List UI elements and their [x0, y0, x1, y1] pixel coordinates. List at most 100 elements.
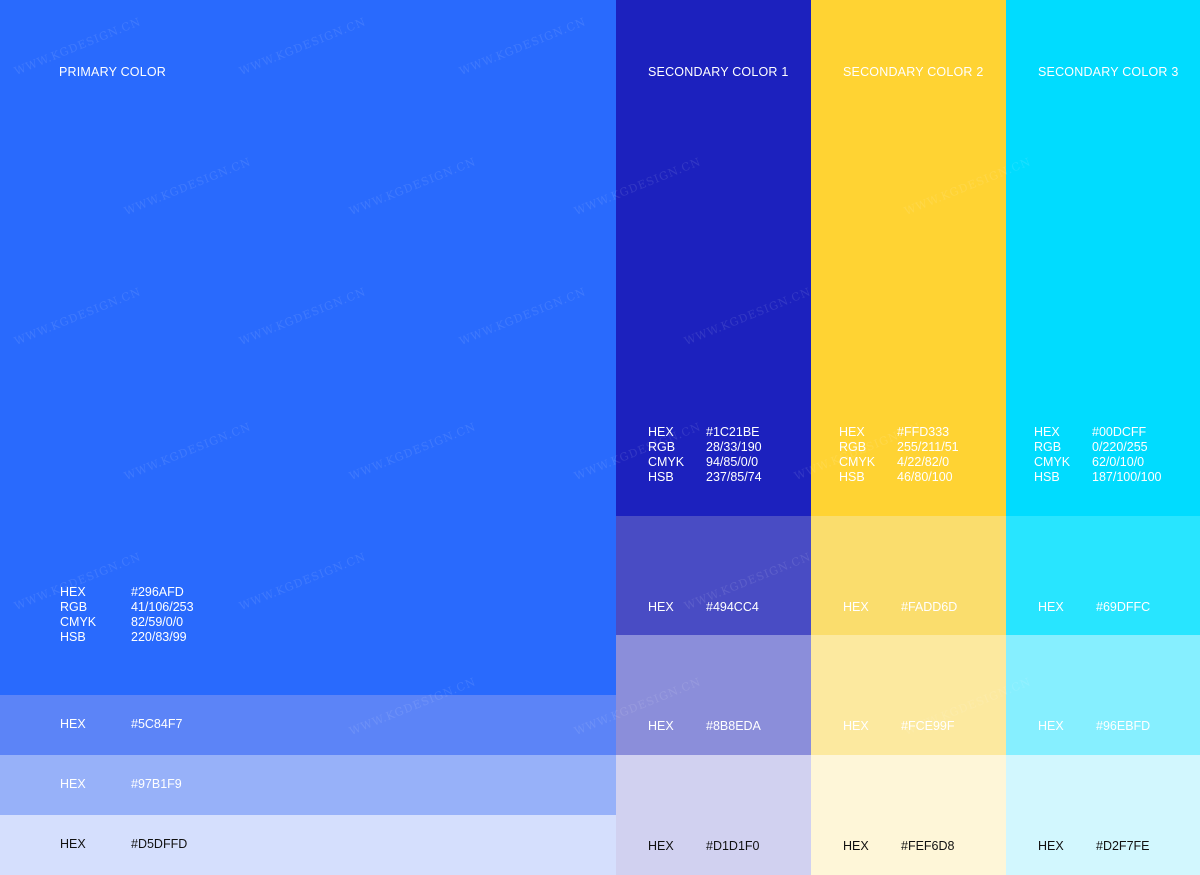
tint-hex-value: #5C84F7: [131, 717, 183, 731]
spec-row-rgb: RGB 0/220/255: [1034, 440, 1162, 455]
secondary2-main-swatch: SECONDARY COLOR 2 HEX #FFD333 RGB 255/211/…: [811, 0, 1006, 516]
spec-key: HSB: [1034, 470, 1060, 484]
spec-row-cmyk: CMYK 82/59/0/0: [60, 615, 194, 630]
spec-key: HEX: [60, 585, 86, 599]
secondary1-title: SECONDARY COLOR 1: [648, 65, 789, 79]
tint-hex-row: HEX #97B1F9: [60, 777, 182, 791]
spec-row-hex: HEX #FFD333: [839, 425, 959, 440]
spec-value: 94/85/0/0: [706, 455, 759, 469]
spec-row-hsb: HSB 220/83/99: [60, 630, 194, 645]
secondary1-tint-swatch-3: HEX #D1D1F0: [616, 755, 811, 875]
spec-row-cmyk: CMYK 94/85/0/0: [648, 455, 762, 470]
tint-hex-key: HEX: [1038, 719, 1064, 733]
spec-row-hsb: HSB 237/85/74: [648, 470, 762, 485]
tint-hex-row: HEX #69DFFC: [1038, 600, 1150, 614]
spec-value: 187/100/100: [1092, 470, 1162, 484]
tint-hex-value: #494CC4: [706, 600, 759, 614]
spec-key: HSB: [648, 470, 674, 484]
secondary-color-3-column: SECONDARY COLOR 3 HEX #00DCFF RGB 0/220/25…: [1006, 0, 1200, 875]
spec-value: 28/33/190: [706, 440, 762, 454]
spec-value: 46/80/100: [897, 470, 953, 484]
tint-hex-key: HEX: [843, 600, 869, 614]
secondary1-tint-swatch-2: HEX #8B8EDA: [616, 635, 811, 755]
secondary2-tint-swatch-3: HEX #FEF6D8: [811, 755, 1006, 875]
tint-hex-key: HEX: [60, 837, 86, 851]
secondary1-tint-swatch-1: HEX #494CC4: [616, 516, 811, 635]
tint-hex-key: HEX: [60, 777, 86, 791]
tint-hex-row: HEX #96EBFD: [1038, 719, 1150, 733]
spec-key: RGB: [648, 440, 676, 454]
secondary2-title: SECONDARY COLOR 2: [843, 65, 984, 79]
spec-key: RGB: [839, 440, 867, 454]
secondary2-spec-list: HEX #FFD333 RGB 255/211/51 CMYK 4/22/82/0 H…: [839, 425, 959, 485]
spec-key: HSB: [60, 630, 86, 644]
spec-row-hex: HEX #00DCFF: [1034, 425, 1162, 440]
spec-value: 4/22/82/0: [897, 455, 950, 469]
tint-hex-value: #8B8EDA: [706, 719, 761, 733]
spec-value: 255/211/51: [897, 440, 959, 454]
spec-value: #FFD333: [897, 425, 950, 439]
spec-value: #1C21BE: [706, 425, 760, 439]
spec-value: #296AFD: [131, 585, 184, 599]
spec-key: HEX: [648, 425, 674, 439]
spec-value: 41/106/253: [131, 600, 194, 614]
secondary2-tint-swatch-2: HEX #FCE99F: [811, 635, 1006, 755]
secondary3-main-swatch: SECONDARY COLOR 3 HEX #00DCFF RGB 0/220/25…: [1006, 0, 1200, 516]
spec-key: HSB: [839, 470, 865, 484]
tint-hex-row: HEX #494CC4: [648, 600, 759, 614]
tint-hex-value: #D5DFFD: [131, 837, 188, 851]
spec-value: #00DCFF: [1092, 425, 1147, 439]
spec-key: HEX: [1034, 425, 1060, 439]
primary-spec-list: HEX #296AFD RGB 41/106/253 CMYK 82/59/0/0 H…: [60, 585, 194, 645]
spec-key: RGB: [60, 600, 88, 614]
secondary2-tint-swatch-1: HEX #FADD6D: [811, 516, 1006, 635]
secondary3-title: SECONDARY COLOR 3: [1038, 65, 1179, 79]
spec-value: 82/59/0/0: [131, 615, 184, 629]
tint-hex-row: HEX #5C84F7: [60, 717, 182, 731]
tint-hex-value: #69DFFC: [1096, 600, 1151, 614]
spec-value: 237/85/74: [706, 470, 762, 484]
tint-hex-key: HEX: [843, 719, 869, 733]
spec-row-hex: HEX #296AFD: [60, 585, 194, 600]
spec-value: 62/0/10/0: [1092, 455, 1145, 469]
tint-hex-key: HEX: [648, 600, 674, 614]
spec-key: CMYK: [648, 455, 685, 469]
spec-key: HEX: [839, 425, 865, 439]
tint-hex-key: HEX: [648, 719, 674, 733]
spec-row-rgb: RGB 41/106/253: [60, 600, 194, 615]
tint-hex-row: HEX #FADD6D: [843, 600, 957, 614]
tint-hex-key: HEX: [648, 839, 674, 853]
tint-hex-value: #FADD6D: [901, 600, 958, 614]
tint-hex-key: HEX: [1038, 600, 1064, 614]
spec-row-hsb: HSB 187/100/100: [1034, 470, 1162, 485]
tint-hex-value: #96EBFD: [1096, 719, 1151, 733]
spec-row-rgb: RGB 255/211/51: [839, 440, 959, 455]
spec-key: CMYK: [60, 615, 97, 629]
spec-row-cmyk: CMYK 4/22/82/0: [839, 455, 959, 470]
primary-tint-swatch-1: HEX #5C84F7: [0, 695, 616, 755]
spec-key: CMYK: [839, 455, 876, 469]
tint-hex-value: #D2F7FE: [1096, 839, 1150, 853]
primary-main-swatch: PRIMARY COLOR HEX #296AFD RGB 41/106/253 C…: [0, 0, 616, 695]
tint-hex-key: HEX: [843, 839, 869, 853]
tint-hex-row: HEX #8B8EDA: [648, 719, 761, 733]
spec-key: RGB: [1034, 440, 1062, 454]
secondary3-tint-swatch-3: HEX #D2F7FE: [1006, 755, 1200, 875]
spec-row-rgb: RGB 28/33/190: [648, 440, 762, 455]
spec-row-hsb: HSB 46/80/100: [839, 470, 959, 485]
tint-hex-value: #97B1F9: [131, 777, 182, 791]
spec-value: 0/220/255: [1092, 440, 1148, 454]
tint-hex-value: #D1D1F0: [706, 839, 760, 853]
spec-value: 220/83/99: [131, 630, 187, 644]
tint-hex-value: #FEF6D8: [901, 839, 955, 853]
secondary3-tint-swatch-1: HEX #69DFFC: [1006, 516, 1200, 635]
secondary3-spec-list: HEX #00DCFF RGB 0/220/255 CMYK 62/0/10/0 HS…: [1034, 425, 1162, 485]
primary-title: PRIMARY COLOR: [59, 65, 167, 79]
secondary-color-1-column: SECONDARY COLOR 1 HEX #1C21BE RGB 28/33/19…: [616, 0, 811, 875]
tint-hex-row: HEX #D5DFFD: [60, 837, 187, 851]
tint-hex-key: HEX: [1038, 839, 1064, 853]
tint-hex-row: HEX #D1D1F0: [648, 839, 760, 853]
secondary1-spec-list: HEX #1C21BE RGB 28/33/190 CMYK 94/85/0/0 HS…: [648, 425, 762, 485]
primary-tint-swatch-2: HEX #97B1F9: [0, 755, 616, 815]
secondary3-tint-swatch-2: HEX #96EBFD: [1006, 635, 1200, 755]
